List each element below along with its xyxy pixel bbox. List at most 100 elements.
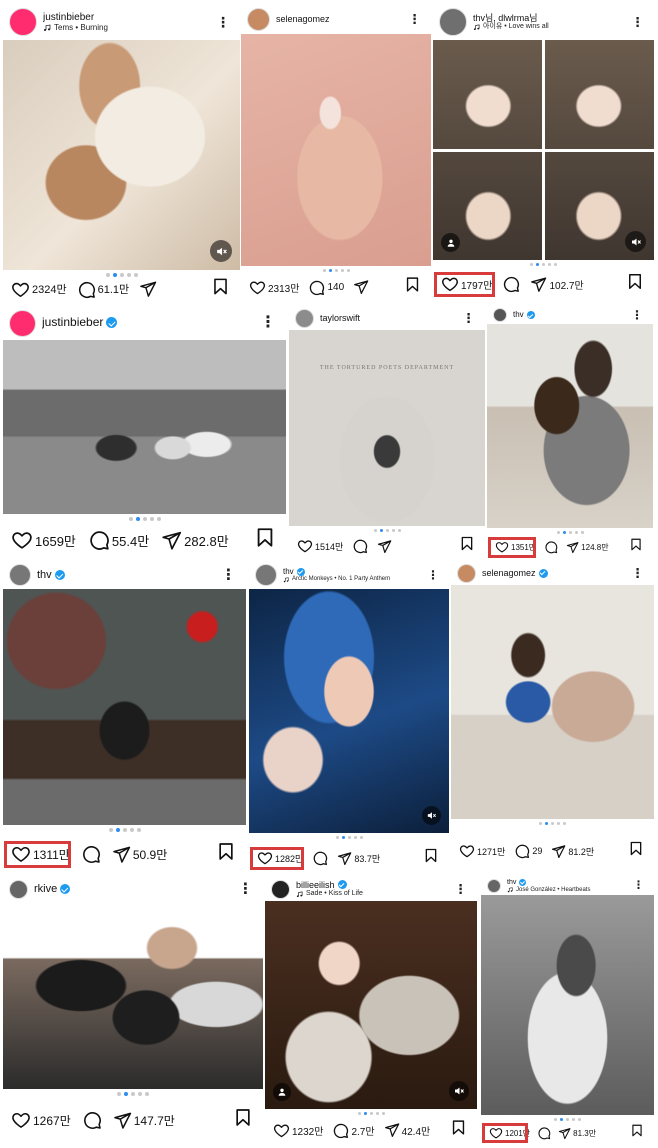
save-button[interactable] [459, 536, 475, 557]
music-label[interactable]: 아이유 • Love wins all [473, 23, 654, 31]
username-text[interactable]: selenagomez [276, 14, 330, 24]
save-button[interactable] [254, 527, 276, 554]
username[interactable]: selenagomez [482, 568, 654, 578]
more-options-icon[interactable]: ⋮ [462, 312, 475, 325]
comment-button[interactable] [352, 538, 368, 554]
music-label[interactable]: José González • Heartbeats [507, 887, 654, 894]
post-image[interactable]: THE TORTURED POETS DEPARTMENT [289, 330, 485, 526]
username-text[interactable]: thv [283, 567, 294, 576]
save-button[interactable] [211, 277, 230, 300]
save-button[interactable] [233, 1108, 253, 1133]
share-button[interactable]: 42.4만 [384, 1122, 430, 1138]
save-button[interactable] [630, 1124, 644, 1143]
like-button[interactable]: 2324만 [11, 280, 67, 299]
more-options-icon[interactable]: ⋮ [427, 569, 439, 581]
like-button[interactable]: 1271만 [459, 843, 505, 859]
save-button[interactable] [404, 276, 421, 298]
like-button[interactable]: 1232만 [273, 1122, 323, 1139]
more-options-icon[interactable]: ⋮ [631, 567, 644, 580]
tagged-users-button[interactable] [273, 1083, 291, 1101]
more-options-icon[interactable]: ⋮ [633, 880, 644, 892]
like-button[interactable]: 1311만 [11, 844, 70, 864]
more-options-icon[interactable]: ⋮ [454, 883, 467, 896]
post-image[interactable] [265, 901, 477, 1109]
share-button[interactable]: 50.9만 [112, 845, 167, 864]
avatar[interactable] [247, 7, 270, 31]
share-button[interactable]: 124.8만 [566, 541, 609, 554]
avatar[interactable] [9, 564, 31, 586]
save-button[interactable] [629, 538, 643, 557]
save-button[interactable] [450, 1119, 467, 1141]
more-options-icon[interactable]: ⋮ [260, 315, 276, 331]
save-button[interactable] [216, 842, 236, 867]
share-button[interactable]: 102.7만 [530, 276, 584, 293]
username-text[interactable]: rkive [34, 883, 57, 896]
tagged-users-button[interactable] [441, 233, 460, 252]
comment-button[interactable]: 29 [514, 843, 542, 859]
like-button[interactable]: 1351만 [495, 540, 536, 554]
comment-button[interactable]: 2.7만 [332, 1122, 375, 1139]
save-button[interactable] [628, 841, 644, 862]
comment-button[interactable] [81, 844, 101, 864]
share-button[interactable]: 282.8만 [161, 530, 229, 551]
comment-button[interactable] [312, 850, 328, 866]
post-image[interactable] [451, 585, 654, 819]
post-image[interactable] [3, 40, 240, 270]
username-text[interactable]: thv님, dlwlrma님 [473, 13, 538, 23]
like-button[interactable]: 1267만 [11, 1110, 71, 1130]
save-button[interactable] [626, 273, 644, 296]
more-options-icon[interactable]: ⋮ [216, 15, 230, 29]
username-text[interactable]: selenagomez [482, 568, 536, 578]
username[interactable]: billieeilish [296, 880, 477, 890]
post-image[interactable] [433, 40, 654, 260]
mute-button[interactable] [210, 240, 232, 262]
username[interactable]: rkive [34, 883, 263, 896]
username[interactable]: justinbieber [43, 12, 240, 24]
avatar[interactable] [439, 8, 467, 36]
username[interactable]: thv [507, 879, 654, 887]
post-image[interactable] [249, 589, 449, 833]
like-button[interactable]: 1201만 [489, 1126, 530, 1140]
comment-button[interactable] [502, 275, 520, 293]
post-image[interactable] [481, 895, 654, 1115]
comment-button[interactable]: 140 [308, 279, 344, 296]
comment-button[interactable] [82, 1110, 102, 1130]
share-button[interactable]: 81.2만 [551, 844, 594, 859]
avatar[interactable] [9, 309, 36, 337]
avatar[interactable] [493, 308, 507, 322]
save-button[interactable] [423, 848, 439, 869]
comment-button[interactable]: 61.1만 [77, 280, 129, 299]
username-text[interactable]: thv [513, 310, 524, 319]
like-button[interactable]: 2313만 [249, 279, 299, 296]
like-button[interactable]: 1282만 [257, 850, 303, 866]
username-text[interactable]: justinbieber [42, 316, 103, 330]
music-label[interactable]: Arctic Monkeys • No. 1 Party Anthem [283, 576, 449, 583]
username-text[interactable]: thv [507, 879, 516, 887]
post-image[interactable] [3, 901, 263, 1089]
more-options-icon[interactable]: ⋮ [221, 568, 236, 583]
username-text[interactable]: billieeilish [296, 880, 335, 890]
username-text[interactable]: justinbieber [43, 12, 94, 24]
post-image[interactable] [3, 340, 286, 514]
music-label[interactable]: Sade • Kiss of Life [296, 890, 477, 898]
share-button[interactable]: 83.7만 [337, 851, 380, 866]
avatar[interactable] [9, 879, 28, 899]
avatar[interactable] [487, 879, 501, 893]
mute-button[interactable] [422, 806, 441, 825]
username[interactable]: thv님, dlwlrma님 [473, 13, 654, 23]
avatar[interactable] [295, 308, 314, 328]
avatar[interactable] [9, 8, 37, 36]
avatar[interactable] [271, 879, 290, 899]
post-image[interactable] [3, 589, 246, 825]
mute-button[interactable] [625, 231, 646, 252]
username[interactable]: taylorswift [320, 313, 485, 323]
like-button[interactable]: 1514만 [297, 538, 343, 554]
avatar[interactable] [255, 564, 277, 586]
more-options-icon[interactable]: ⋮ [408, 13, 421, 26]
post-image[interactable] [241, 34, 431, 266]
more-options-icon[interactable]: ⋮ [238, 882, 253, 897]
username-text[interactable]: thv [37, 569, 52, 582]
more-options-icon[interactable]: ⋮ [631, 309, 643, 321]
share-button[interactable] [139, 280, 157, 298]
share-button[interactable] [353, 279, 369, 295]
